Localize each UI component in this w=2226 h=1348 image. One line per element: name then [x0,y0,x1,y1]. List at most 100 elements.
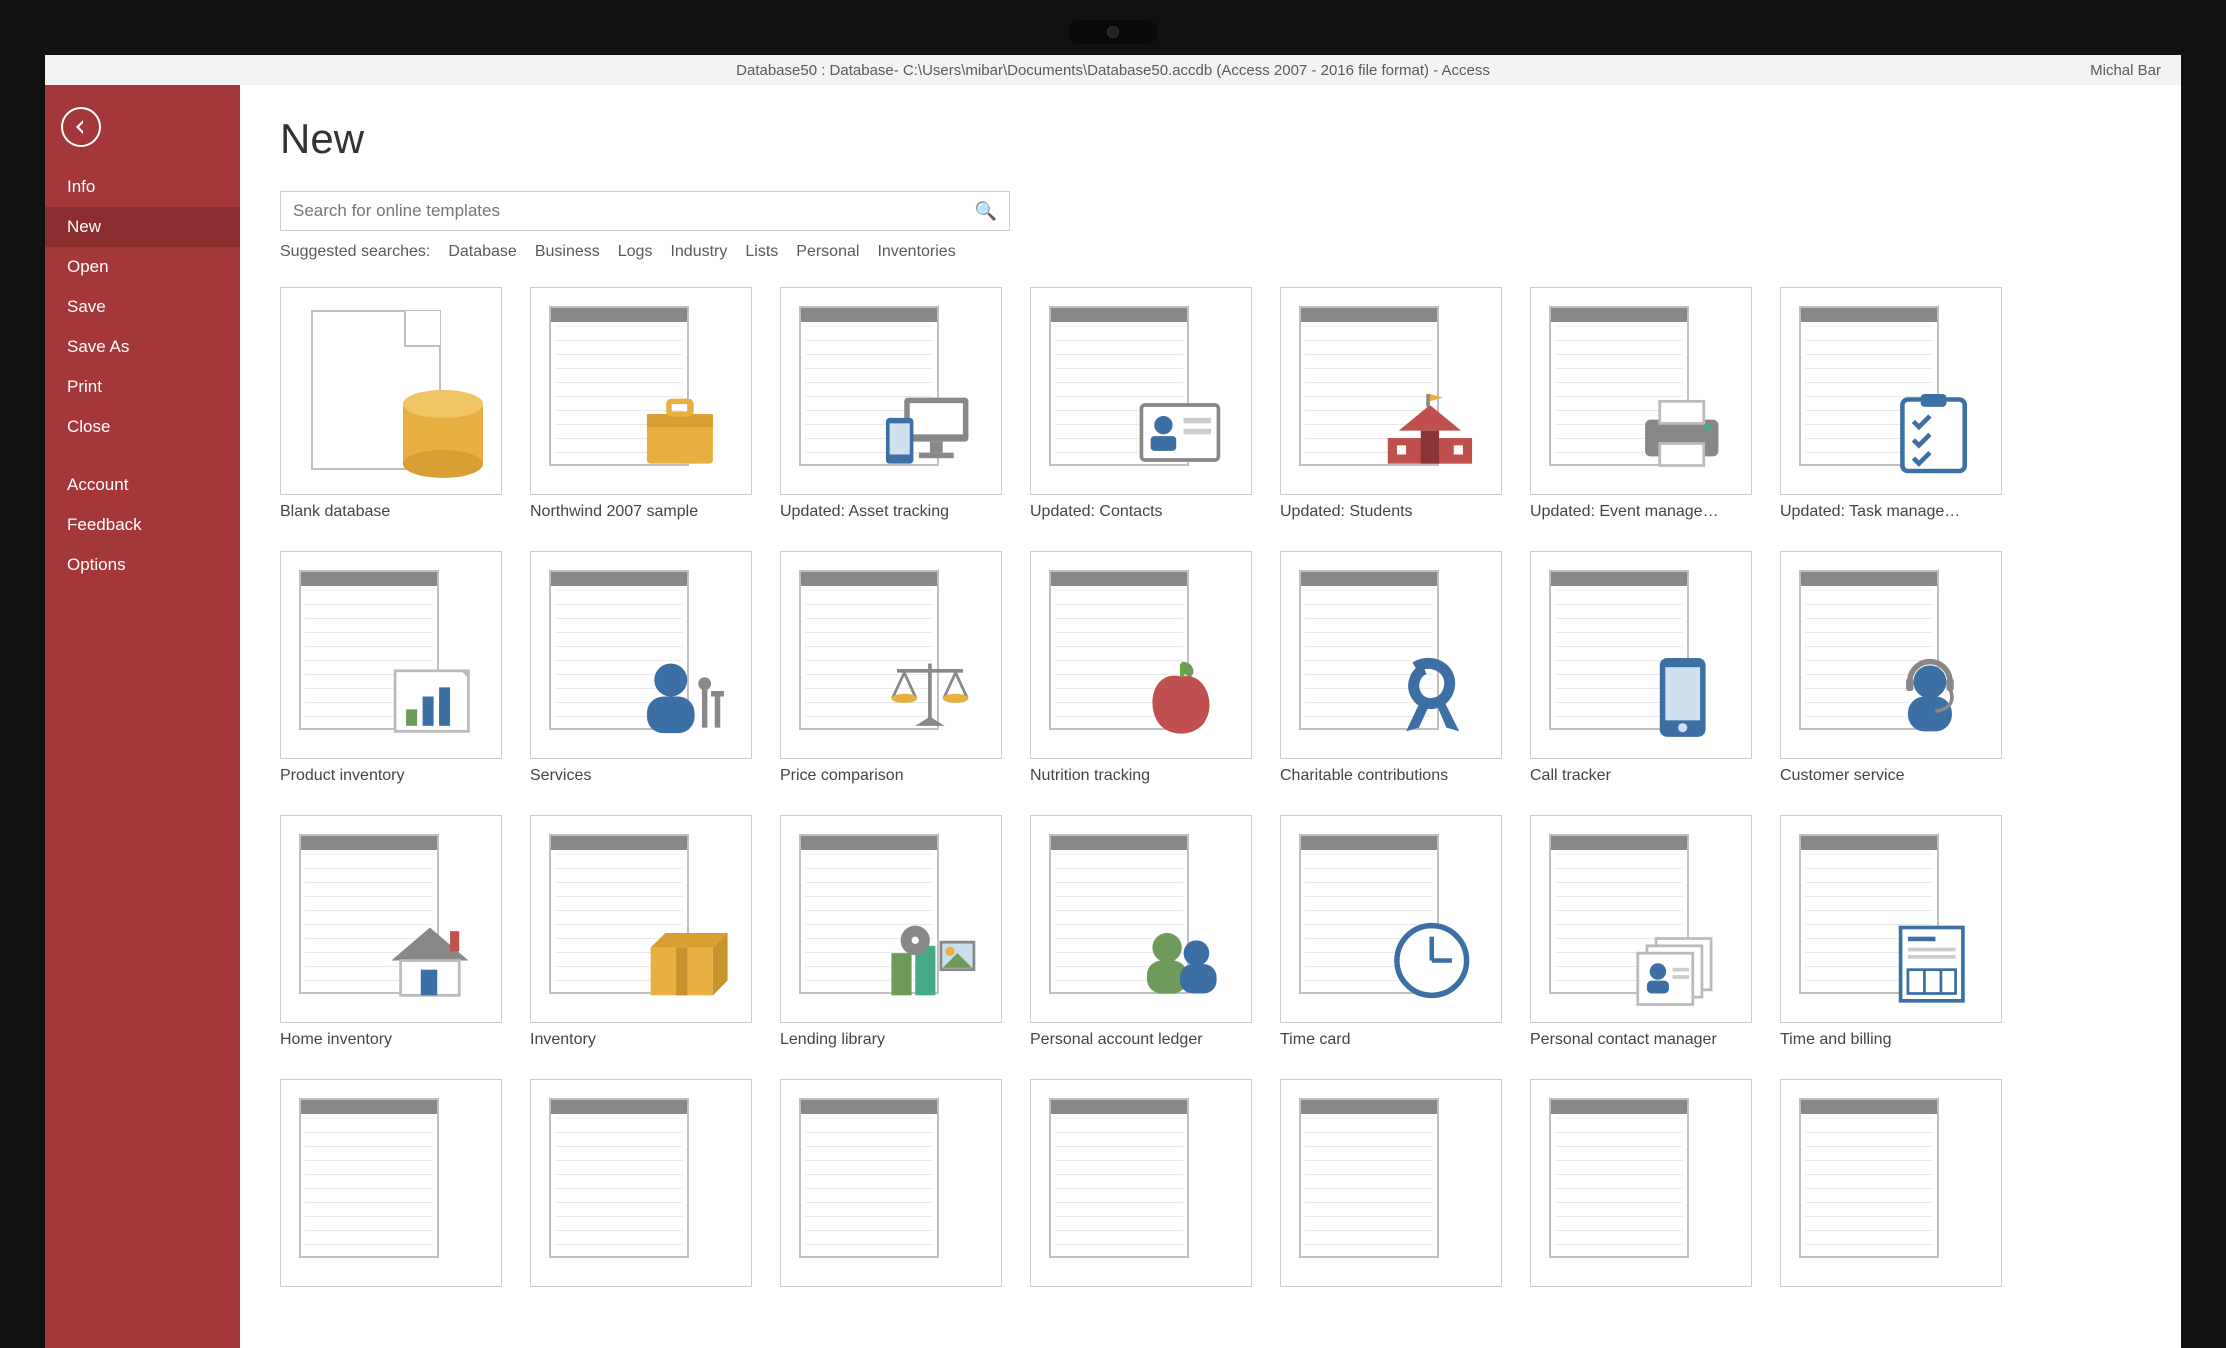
sidebar-item-print[interactable]: Print [45,367,240,407]
template-label: Inventory [530,1031,752,1049]
template-card[interactable]: Home inventory [280,815,502,1049]
template-icon [1030,1079,1252,1287]
template-label: Northwind 2007 sample [530,503,752,521]
template-icon [530,1079,752,1287]
media-icon [780,815,1002,1023]
contact-card-icon [1030,287,1252,495]
signed-in-user: Michal Bar [2090,62,2161,79]
template-card[interactable]: Customer service [1780,551,2002,785]
backstage-sidebar: Info New Open Save Save As Print Close A… [45,85,240,1348]
printer-icon [1530,287,1752,495]
sidebar-item-new[interactable]: New [45,207,240,247]
template-card[interactable]: Product inventory [280,551,502,785]
headset-icon [1780,551,2002,759]
scales-icon [780,551,1002,759]
school-icon [1280,287,1502,495]
sidebar-item-save-as[interactable]: Save As [45,327,240,367]
template-card[interactable]: Updated: Contacts [1030,287,1252,521]
template-label: Services [530,767,752,785]
sidebar-item-save[interactable]: Save [45,287,240,327]
template-card[interactable]: Inventory [530,815,752,1049]
template-icon [780,1079,1002,1287]
bar-chart-icon [280,551,502,759]
template-label: Time card [1280,1031,1502,1049]
template-card[interactable]: Updated: Asset tracking [780,287,1002,521]
suggested-lists[interactable]: Lists [745,243,778,261]
template-card[interactable]: Call tracker [1530,551,1752,785]
suggested-industry[interactable]: Industry [670,243,727,261]
template-search[interactable]: 🔍 [280,191,1010,231]
suggested-personal[interactable]: Personal [796,243,859,261]
back-button[interactable] [61,107,101,147]
template-icon [280,1079,502,1287]
template-icon [1780,1079,2002,1287]
template-card[interactable] [780,1079,1002,1295]
template-label: Updated: Asset tracking [780,503,1002,521]
template-card[interactable] [280,1079,502,1295]
template-card[interactable]: Personal contact manager [1530,815,1752,1049]
clock-icon [1280,815,1502,1023]
backstage-content: New 🔍 Suggested searches: Database Busin… [240,85,2181,1348]
template-label: Charitable contributions [1280,767,1502,785]
template-label: Product inventory [280,767,502,785]
template-label: Home inventory [280,1031,502,1049]
suggested-inventories[interactable]: Inventories [877,243,955,261]
template-card[interactable] [1530,1079,1752,1295]
devices-icon [780,287,1002,495]
suggested-label: Suggested searches: [280,243,430,261]
template-label: Time and billing [1780,1031,2002,1049]
template-label: Blank database [280,503,502,521]
checklist-icon [1780,287,2002,495]
template-card[interactable]: Charitable contributions [1280,551,1502,785]
briefcase-icon [530,287,752,495]
template-icon [1530,1079,1752,1287]
template-card[interactable]: Northwind 2007 sample [530,287,752,521]
template-label: Updated: Contacts [1030,503,1252,521]
suggested-business[interactable]: Business [535,243,600,261]
template-card[interactable] [1280,1079,1502,1295]
search-icon[interactable]: 🔍 [975,201,997,222]
invoice-icon [1780,815,2002,1023]
suggested-searches-row: Suggested searches: Database Business Lo… [280,243,2141,261]
sidebar-item-close[interactable]: Close [45,407,240,447]
template-card[interactable]: Services [530,551,752,785]
house-icon [280,815,502,1023]
template-card[interactable]: Lending library [780,815,1002,1049]
suggested-database[interactable]: Database [448,243,517,261]
search-input[interactable] [293,201,975,221]
template-card[interactable]: Price comparison [780,551,1002,785]
template-card[interactable]: Personal account ledger [1030,815,1252,1049]
template-card[interactable]: Time card [1280,815,1502,1049]
sidebar-item-account[interactable]: Account [45,465,240,505]
rolodex-icon [1530,815,1752,1023]
template-label: Personal account ledger [1030,1031,1252,1049]
template-label: Price comparison [780,767,1002,785]
template-card[interactable] [1780,1079,2002,1295]
template-card[interactable]: Nutrition tracking [1030,551,1252,785]
template-label: Updated: Task manage… [1780,503,2002,521]
sidebar-item-open[interactable]: Open [45,247,240,287]
template-card[interactable]: Time and billing [1780,815,2002,1049]
template-label: Call tracker [1530,767,1752,785]
box-icon [530,815,752,1023]
template-card[interactable]: Updated: Students [1280,287,1502,521]
template-label: Nutrition tracking [1030,767,1252,785]
suggested-logs[interactable]: Logs [618,243,653,261]
sidebar-item-options[interactable]: Options [45,545,240,585]
worker-icon [530,551,752,759]
template-icon [1280,1079,1502,1287]
camera-notch [1068,20,1158,44]
template-card[interactable]: Updated: Task manage… [1780,287,2002,521]
sidebar-item-info[interactable]: Info [45,167,240,207]
template-card[interactable] [1030,1079,1252,1295]
phone-icon [1530,551,1752,759]
sidebar-item-feedback[interactable]: Feedback [45,505,240,545]
template-card[interactable] [530,1079,752,1295]
people-icon [1030,815,1252,1023]
template-label: Updated: Students [1280,503,1502,521]
template-label: Personal contact manager [1530,1031,1752,1049]
template-card[interactable]: Blank database [280,287,502,521]
page-title: New [280,115,2141,163]
app-window: Database50 : Database- C:\Users\mibar\Do… [45,55,2181,1348]
template-card[interactable]: Updated: Event manage… [1530,287,1752,521]
